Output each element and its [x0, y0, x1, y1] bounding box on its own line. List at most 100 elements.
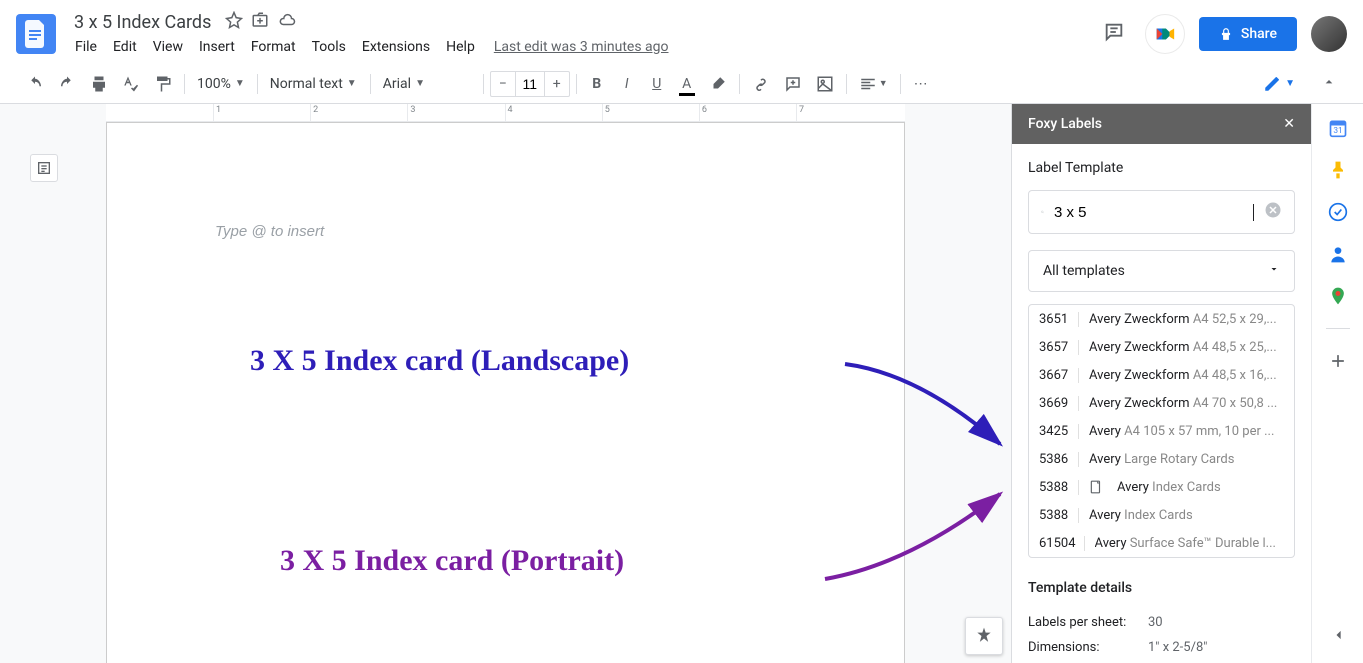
template-filter-select[interactable]: All templates [1028, 250, 1295, 292]
menu-help[interactable]: Help [439, 35, 482, 59]
comment-button[interactable] [778, 70, 808, 98]
template-code: 5386 [1039, 452, 1079, 467]
menu-extensions[interactable]: Extensions [355, 35, 437, 59]
menu-format[interactable]: Format [244, 35, 303, 59]
panel-title: Foxy Labels [1028, 116, 1102, 132]
template-code: 3651 [1039, 312, 1079, 327]
template-desc: Avery Surface Safe™ Durable l... [1095, 536, 1284, 551]
print-button[interactable] [84, 70, 114, 98]
collapse-toolbar-icon[interactable] [1315, 68, 1343, 100]
image-button[interactable] [810, 70, 840, 98]
underline-button[interactable]: U [643, 70, 671, 98]
font-size-increase[interactable]: + [545, 72, 569, 96]
ruler[interactable]: 1 2 3 4 5 6 7 [106, 104, 905, 122]
app-header: 3 x 5 Index Cards File Edit View Insert … [0, 0, 1363, 64]
template-search-input[interactable] [1054, 204, 1254, 221]
template-row[interactable]: 61504 Avery Surface Safe™ Durable l... [1029, 529, 1294, 557]
link-button[interactable] [746, 70, 776, 98]
comments-icon[interactable] [1097, 15, 1131, 53]
chevron-down-icon [1268, 263, 1280, 279]
menu-insert[interactable]: Insert [192, 35, 242, 59]
bold-button[interactable]: B [583, 70, 611, 98]
title-row: 3 x 5 Index Cards [68, 10, 1097, 35]
menu-view[interactable]: View [146, 35, 190, 59]
move-icon[interactable] [251, 11, 269, 33]
highlight-button[interactable] [703, 70, 733, 98]
align-button[interactable]: ▼ [853, 70, 894, 98]
page-placeholder: Type @ to insert [215, 223, 324, 240]
page[interactable]: Type @ to insert [106, 122, 905, 663]
template-desc: Avery Index Cards [1089, 508, 1284, 523]
contacts-icon[interactable] [1328, 244, 1348, 264]
rail-expand-icon[interactable] [1329, 625, 1349, 649]
panel-body: Label Template All templates 3651Avery Z… [1012, 144, 1311, 663]
template-row[interactable]: 5388Avery Index Cards [1029, 473, 1294, 501]
template-row[interactable]: 3667Avery Zweckform A4 48,5 x 16,... [1029, 361, 1294, 389]
template-code: 61504 [1039, 536, 1085, 551]
meet-icon[interactable] [1145, 14, 1185, 54]
clear-icon[interactable] [1264, 201, 1282, 223]
template-filter-label: All templates [1043, 263, 1125, 279]
search-icon [1041, 203, 1044, 221]
template-row[interactable]: 5388 Avery Index Cards [1029, 501, 1294, 529]
redo-button[interactable] [52, 70, 82, 98]
avatar[interactable] [1311, 16, 1347, 52]
template-row[interactable]: 3651 Avery Zweckform A4 52,5 x 29,... [1029, 305, 1294, 333]
addons-icon[interactable] [1328, 351, 1348, 371]
template-desc: Avery Zweckform A4 52,5 x 29,... [1089, 312, 1284, 327]
docs-logo[interactable] [16, 14, 56, 54]
template-row[interactable]: 3425 Avery A4 105 x 57 mm, 10 per ... [1029, 417, 1294, 445]
paint-format-button[interactable] [148, 70, 178, 98]
italic-button[interactable]: I [613, 70, 641, 98]
separator [846, 74, 847, 94]
svg-text:31: 31 [1333, 126, 1342, 136]
spellcheck-button[interactable] [116, 70, 146, 98]
menu-tools[interactable]: Tools [305, 35, 353, 59]
undo-button[interactable] [20, 70, 50, 98]
template-code: 3425 [1039, 424, 1079, 439]
template-desc: Avery Large Rotary Cards [1089, 452, 1284, 467]
template-row[interactable]: 5386 Avery Large Rotary Cards [1029, 445, 1294, 473]
main: 1 2 3 4 5 6 7 Type @ to insert 3 X 5 Ind… [0, 104, 1363, 663]
last-edit[interactable]: Last edit was 3 minutes ago [494, 39, 669, 55]
template-row[interactable]: 3657Avery Zweckform A4 48,5 x 25,... [1029, 333, 1294, 361]
menu-file[interactable]: File [68, 35, 104, 59]
star-icon[interactable] [225, 11, 243, 33]
separator [257, 74, 258, 94]
maps-icon[interactable] [1328, 286, 1348, 306]
doc-title[interactable]: 3 x 5 Index Cards [68, 10, 217, 35]
font-size: − + [490, 71, 570, 97]
style-select[interactable]: Normal text▼ [264, 72, 364, 96]
cloud-icon[interactable] [277, 11, 297, 33]
template-search[interactable] [1028, 190, 1295, 234]
mode-select[interactable]: ▼ [1255, 69, 1303, 99]
share-label: Share [1241, 26, 1277, 42]
zoom-select[interactable]: 100%▼ [191, 72, 251, 96]
calendar-icon[interactable]: 31 [1328, 118, 1348, 138]
more-button[interactable]: ⋯ [907, 70, 935, 98]
detail-key: Dimensions: [1028, 640, 1148, 655]
font-select[interactable]: Arial▼ [377, 72, 477, 96]
template-desc: Avery Zweckform A4 48,5 x 16,... [1089, 368, 1284, 383]
template-desc: Avery Zweckform A4 70 x 50,8 ... [1089, 396, 1284, 411]
separator [483, 74, 484, 94]
text-color-button[interactable]: A [673, 70, 701, 98]
menu-edit[interactable]: Edit [106, 35, 144, 59]
outline-button[interactable] [30, 154, 58, 182]
template-code: 5388 [1039, 508, 1079, 523]
detail-row: Labels per sheet:30 [1028, 610, 1295, 635]
header-center: 3 x 5 Index Cards File Edit View Insert … [68, 10, 1097, 59]
template-desc: Avery A4 105 x 57 mm, 10 per ... [1089, 424, 1284, 439]
canvas: 1 2 3 4 5 6 7 Type @ to insert 3 X 5 Ind… [0, 104, 1011, 663]
detail-value: 1" x 2-5/8" [1148, 640, 1207, 655]
keep-icon[interactable] [1328, 160, 1348, 180]
font-size-input[interactable] [515, 72, 545, 96]
template-row[interactable]: 3669Avery Zweckform A4 70 x 50,8 ... [1029, 389, 1294, 417]
close-icon[interactable]: ✕ [1283, 116, 1295, 132]
panel-header: Foxy Labels ✕ [1012, 104, 1311, 144]
menu-row: File Edit View Insert Format Tools Exten… [68, 35, 1097, 59]
tasks-icon[interactable] [1328, 202, 1348, 222]
share-button[interactable]: Share [1199, 17, 1297, 51]
explore-button[interactable] [965, 617, 1003, 655]
font-size-decrease[interactable]: − [491, 72, 515, 96]
